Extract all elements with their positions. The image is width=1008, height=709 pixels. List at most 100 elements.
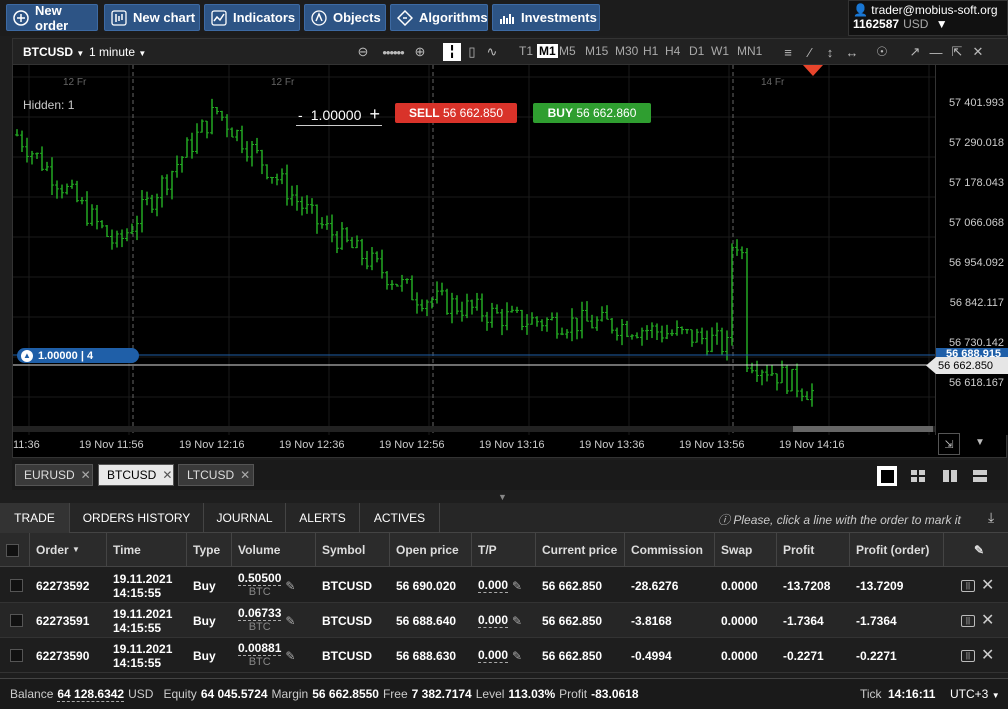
indicator-f-icon[interactable]: ≡	[779, 43, 797, 61]
symbol-tab-ltcusd[interactable]: LTCUSD ✕	[178, 464, 254, 486]
export-icon[interactable]: ⤓	[988, 509, 994, 526]
close-tab-icon[interactable]: ✕	[81, 468, 91, 482]
quantity-value[interactable]: 1.00000	[311, 107, 362, 123]
modify-order-icon[interactable]: ||	[955, 603, 975, 638]
timeframe-w1[interactable]: W1	[711, 44, 729, 58]
chart-menu-caret-icon[interactable]: ▼	[975, 437, 985, 448]
trendline-icon[interactable]: ∕	[801, 43, 819, 61]
col-commission[interactable]: Commission	[625, 533, 715, 567]
timeframe-t1[interactable]: T1	[519, 44, 533, 58]
investments-button[interactable]: Investments	[492, 4, 600, 31]
zoom-slider[interactable]: ••••••	[375, 43, 411, 61]
close-icon[interactable]: ✕	[969, 43, 987, 61]
col-profit[interactable]: Profit	[777, 533, 850, 567]
chart-timeframe-select[interactable]: 1 minute ▼	[89, 45, 146, 59]
tp-value[interactable]: 0.000	[478, 613, 509, 628]
col-profit-order[interactable]: Profit (order)	[850, 533, 944, 567]
layout-single-icon[interactable]	[877, 466, 897, 486]
position-label[interactable]: ▲ 1.00000 | 4	[17, 348, 139, 363]
vertical-line-icon[interactable]: ↕	[821, 43, 839, 61]
close-order-icon[interactable]: ✕	[975, 603, 1000, 638]
modify-order-icon[interactable]: ||	[955, 568, 975, 603]
autoscale-icon[interactable]: ⇲	[938, 433, 960, 455]
target-icon[interactable]: ☉	[873, 43, 891, 61]
balance-value[interactable]: 64 128.6342	[57, 687, 125, 702]
timezone-select[interactable]: UTC+3 ▼	[950, 687, 1000, 701]
timeframe-m30[interactable]: M30	[615, 44, 638, 58]
horizontal-scrollbar[interactable]	[13, 426, 935, 432]
order-volume[interactable]: 0.00881 BTC ✎	[232, 638, 316, 673]
close-tab-icon[interactable]: ✕	[162, 468, 172, 482]
quantity-plus-button[interactable]: +	[369, 104, 380, 125]
volume-value[interactable]: 0.00881	[238, 642, 282, 656]
price-axis[interactable]: 57 401.993 57 290.018 57 178.043 57 066.068…	[926, 65, 1008, 435]
tab-alerts[interactable]: ALERTS	[286, 503, 360, 533]
timeframe-h4[interactable]: H4	[665, 44, 680, 58]
quantity-stepper[interactable]: - 1.00000 +	[296, 104, 382, 126]
tab-orders-history[interactable]: ORDERS HISTORY	[70, 503, 204, 533]
timeframe-d1[interactable]: D1	[689, 44, 704, 58]
close-tab-icon[interactable]: ✕	[240, 468, 250, 482]
zoom-in-icon[interactable]: ⊕	[411, 43, 429, 61]
edit-pencil-icon[interactable]: ✎	[512, 649, 522, 663]
timeframe-m5[interactable]: M5	[559, 44, 576, 58]
col-swap[interactable]: Swap	[715, 533, 777, 567]
detach-icon[interactable]: ↗	[906, 43, 924, 61]
bar-chart-type-icon[interactable]: ╏	[443, 43, 461, 61]
layout-rows-icon[interactable]	[970, 466, 990, 486]
scrollbar-thumb[interactable]	[793, 426, 933, 432]
symbol-tab-eurusd[interactable]: EURUSD ✕	[15, 464, 93, 486]
minimize-icon[interactable]: —	[927, 43, 945, 61]
order-tp[interactable]: 0.000 ✎	[472, 638, 536, 673]
chart-plot-area[interactable]: Hidden: 1 12 Fr 12 Fr 14 Fr - 1.00000 + …	[13, 65, 935, 435]
layout-grid-icon[interactable]	[908, 466, 928, 486]
new-chart-button[interactable]: New chart	[104, 4, 200, 31]
zoom-out-icon[interactable]: ⊖	[354, 43, 372, 61]
col-open-price[interactable]: Open price	[390, 533, 472, 567]
edit-pencil-icon[interactable]: ✎	[512, 614, 522, 628]
edit-pencil-icon[interactable]: ✎	[512, 579, 522, 593]
table-row[interactable]: 62273590 19.11.2021 14:15:55 Buy 0.00881 BTC ✎…	[0, 638, 1008, 673]
timeframe-m1[interactable]: M1	[537, 44, 558, 58]
col-tp[interactable]: T/P	[472, 533, 536, 567]
sell-button[interactable]: SELL 56 662.850	[395, 103, 517, 123]
col-order[interactable]: Order ▼	[30, 533, 107, 567]
close-order-icon[interactable]: ✕	[975, 568, 1000, 603]
table-row[interactable]: 62273591 19.11.2021 14:15:55 Buy 0.06733 BTC ✎…	[0, 603, 1008, 638]
col-volume[interactable]: Volume	[232, 533, 316, 567]
col-current-price[interactable]: Current price	[536, 533, 625, 567]
maximize-icon[interactable]: ⇱	[948, 43, 966, 61]
chevron-down-icon[interactable]: ▼	[936, 17, 948, 31]
line-chart-type-icon[interactable]: ∿	[483, 43, 501, 61]
row-checkbox[interactable]	[10, 579, 23, 592]
close-order-icon[interactable]: ✕	[975, 638, 1000, 673]
col-type[interactable]: Type	[187, 533, 232, 567]
panel-collapse-icon[interactable]: ▼	[498, 492, 507, 502]
tp-value[interactable]: 0.000	[478, 578, 509, 593]
indicators-button[interactable]: Indicators	[204, 4, 300, 31]
order-tp[interactable]: 0.000 ✎	[472, 568, 536, 603]
order-volume[interactable]: 0.50500 BTC ✎	[232, 568, 316, 603]
algorithms-button[interactable]: Algorithms	[390, 4, 488, 31]
col-time[interactable]: Time	[107, 533, 187, 567]
modify-order-icon[interactable]: ||	[955, 638, 975, 673]
account-panel[interactable]: 👤 trader@mobius-soft.org 1162587 USD ▼	[848, 0, 1008, 36]
volume-value[interactable]: 0.50500	[238, 572, 282, 586]
timeframe-h1[interactable]: H1	[643, 44, 658, 58]
chart-symbol-select[interactable]: BTCUSD ▼	[23, 45, 84, 59]
edit-pencil-icon[interactable]: ✎	[285, 579, 295, 593]
order-volume[interactable]: 0.06733 BTC ✎	[232, 603, 316, 638]
edit-pencil-icon[interactable]: ✎	[285, 614, 295, 628]
tab-actives[interactable]: ACTIVES	[360, 503, 440, 533]
tab-trade[interactable]: TRADE	[0, 503, 70, 533]
tab-journal[interactable]: JOURNAL	[204, 503, 286, 533]
timeframe-m15[interactable]: M15	[585, 44, 608, 58]
layout-columns-icon[interactable]	[940, 466, 960, 486]
new-order-button[interactable]: New order	[6, 3, 98, 33]
select-all-checkbox[interactable]	[6, 543, 19, 557]
quantity-minus-button[interactable]: -	[298, 107, 303, 123]
row-checkbox[interactable]	[10, 614, 23, 627]
timeframe-mn1[interactable]: MN1	[737, 44, 762, 58]
time-axis[interactable]: 11:36 19 Nov 11:56 19 Nov 12:16 19 Nov 12:3…	[13, 426, 985, 457]
edit-pencil-icon[interactable]: ✎	[285, 649, 295, 663]
